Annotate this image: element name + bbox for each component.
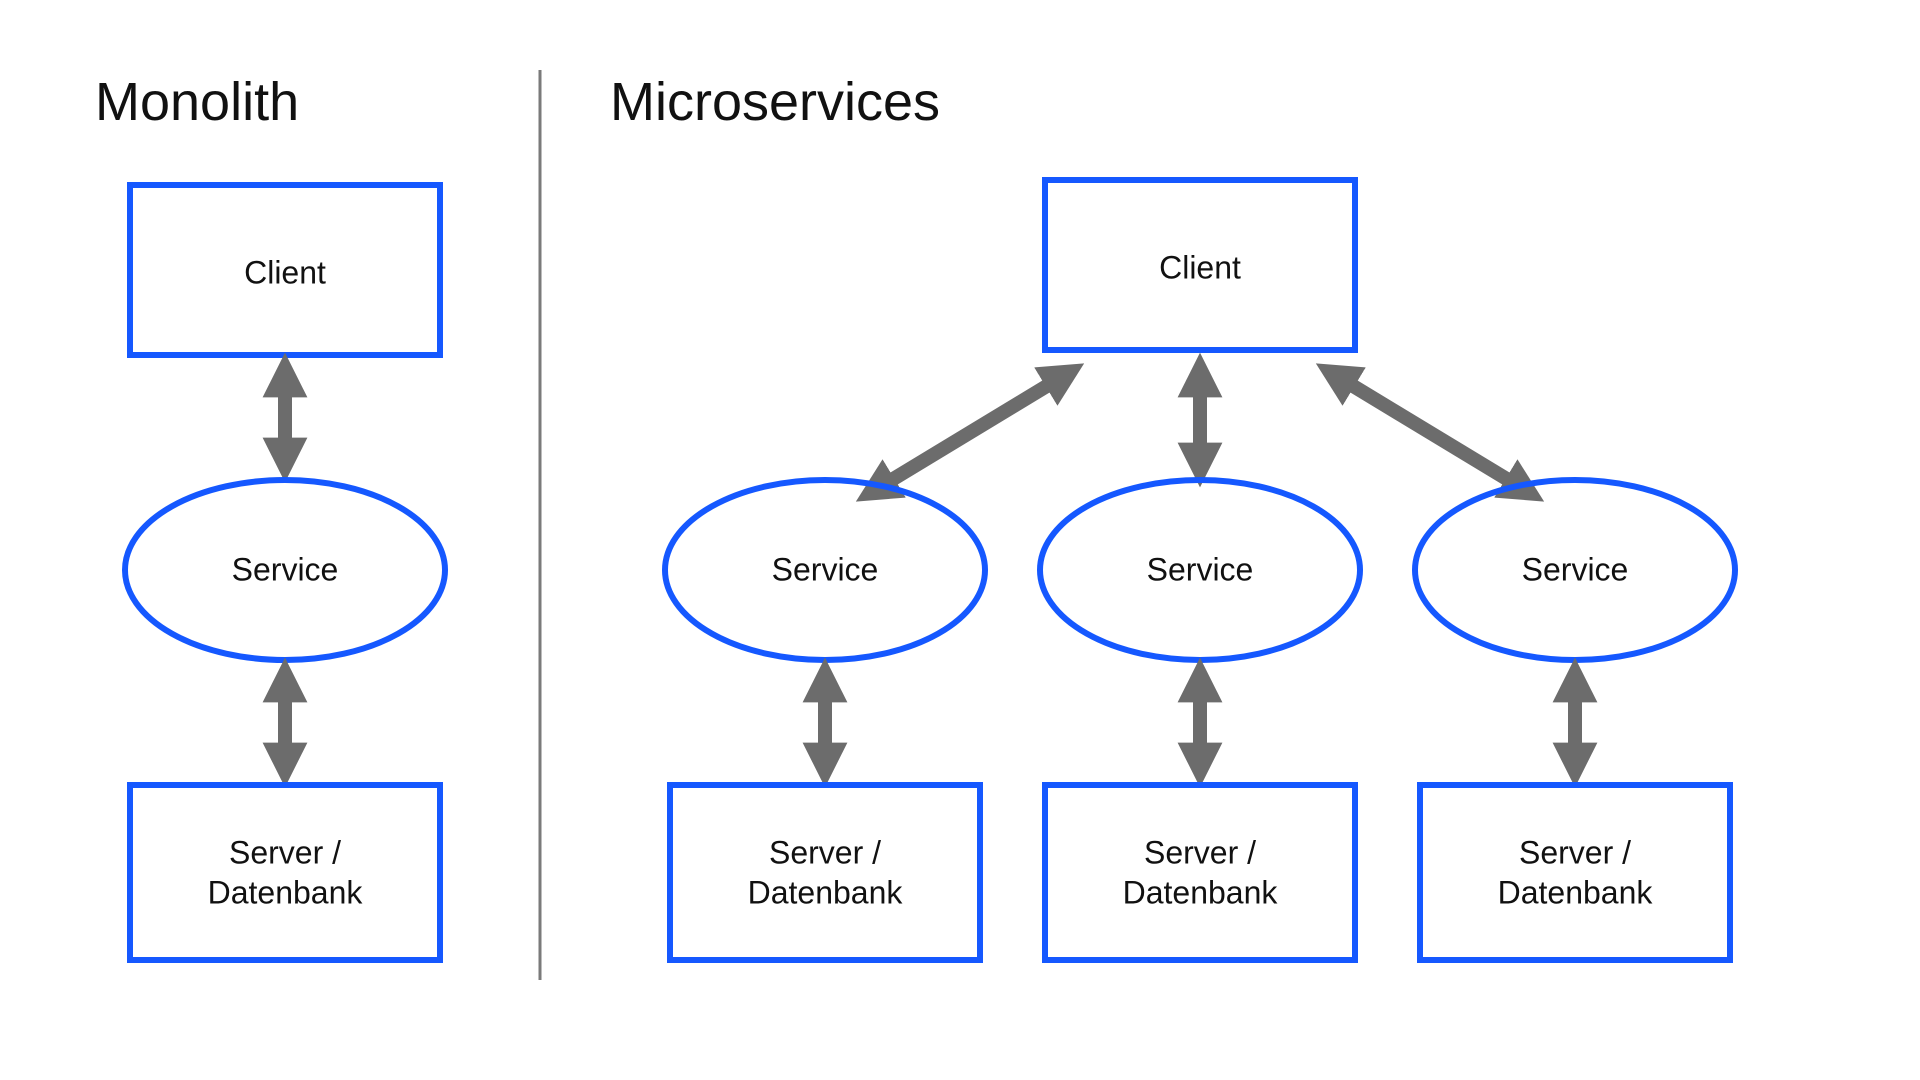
microservices-client-label: Client (1159, 249, 1241, 285)
ms-service-node-1: Service (665, 480, 985, 660)
ms-server-label-1a: Server / (769, 834, 881, 870)
ms-server-node-2: Server / Datenbank (1045, 785, 1355, 960)
ms-server-label-3a: Server / (1519, 834, 1631, 870)
monolith-client-label: Client (244, 254, 326, 290)
ms-service-node-3: Service (1415, 480, 1735, 660)
ms-arrow-client-service-1 (875, 375, 1065, 490)
monolith-server-label-2: Datenbank (208, 874, 364, 910)
ms-server-label-2b: Datenbank (1123, 874, 1279, 910)
monolith-service-node: Service (125, 480, 445, 660)
ms-server-node-1: Server / Datenbank (670, 785, 980, 960)
monolith-server-node: Server / Datenbank (130, 785, 440, 960)
monolith-client-node: Client (130, 185, 440, 355)
ms-service-node-2: Service (1040, 480, 1360, 660)
monolith-server-label-1: Server / (229, 834, 341, 870)
ms-arrow-client-service-3 (1335, 375, 1525, 490)
monolith-title: Monolith (95, 72, 299, 132)
ms-server-label-2a: Server / (1144, 834, 1256, 870)
architecture-diagram: Monolith Client Service Server / Datenba… (0, 0, 1920, 1080)
ms-server-node-3: Server / Datenbank (1420, 785, 1730, 960)
ms-service-label-1: Service (772, 551, 879, 587)
ms-service-label-2: Service (1147, 551, 1254, 587)
microservices-title: Microservices (610, 72, 940, 132)
ms-server-label-3b: Datenbank (1498, 874, 1654, 910)
ms-service-label-3: Service (1522, 551, 1629, 587)
monolith-service-label: Service (232, 551, 339, 587)
ms-server-label-1b: Datenbank (748, 874, 904, 910)
microservices-client-node: Client (1045, 180, 1355, 350)
